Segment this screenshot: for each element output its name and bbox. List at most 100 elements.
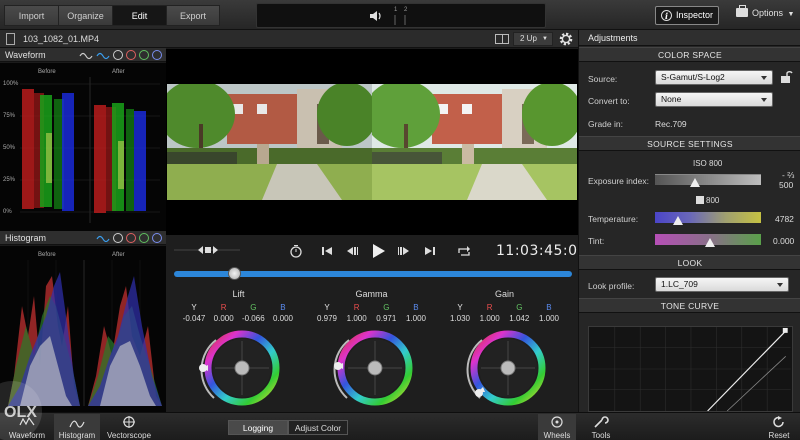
grade-in-label: Grade in:: [588, 119, 623, 129]
lift-y-value[interactable]: -0.047: [180, 314, 208, 323]
timer-icon[interactable]: [288, 244, 304, 258]
gamma-color-wheel[interactable]: [323, 328, 423, 412]
chevron-down-icon: ▼: [787, 11, 795, 18]
step-back-icon[interactable]: [344, 244, 360, 258]
exposure-index-label: Exposure index:: [588, 176, 649, 186]
color-wheels-panel: Lift Y R G B -0.047 0.000 -0.066 0.000 G…: [166, 285, 578, 412]
options-button[interactable]: Options ▼: [736, 5, 795, 18]
jog-shuttle-icon[interactable]: [174, 243, 240, 257]
video-viewer: [166, 49, 578, 235]
green-channel-toggle[interactable]: [139, 50, 149, 60]
tools-button[interactable]: Tools: [586, 414, 616, 440]
blue-channel-toggle[interactable]: [152, 50, 162, 60]
look-profile-value: 1.LC_709: [661, 279, 698, 289]
tint-thumb[interactable]: [705, 238, 715, 247]
playhead-handle[interactable]: [227, 267, 241, 280]
lift-b-value[interactable]: 0.000: [269, 314, 297, 323]
logging-button[interactable]: Logging: [228, 420, 288, 435]
histogram-tab[interactable]: Histogram: [54, 414, 100, 440]
rgb-wave-icon[interactable]: [96, 233, 110, 243]
tone-curve-graph[interactable]: [588, 326, 793, 412]
adjust-color-button[interactable]: Adjust Color: [288, 420, 348, 435]
tools-label: Tools: [591, 431, 611, 440]
r-channel-label: R: [486, 303, 493, 312]
histogram-header: Histogram: [0, 231, 166, 245]
transport-bar: 11:03:45:09: [166, 235, 586, 285]
exposure-sub-icon: [696, 196, 704, 204]
inspector-button[interactable]: i Inspector: [655, 6, 719, 25]
lift-r-value[interactable]: 0.000: [210, 314, 238, 323]
g-channel-label: G: [516, 303, 523, 312]
step-forward-icon[interactable]: [396, 244, 412, 258]
source-settings-header[interactable]: SOURCE SETTINGS: [579, 136, 800, 151]
source-label: Source:: [588, 74, 618, 84]
blue-channel-toggle[interactable]: [152, 233, 162, 243]
tab-edit[interactable]: Edit: [112, 5, 166, 26]
look-profile-dropdown[interactable]: 1.LC_709: [655, 277, 789, 292]
exposure-value: 500: [779, 180, 794, 190]
histogram-tab-label: Histogram: [58, 431, 96, 440]
color-space-header[interactable]: COLOR SPACE: [579, 47, 800, 62]
b-channel-label: B: [280, 303, 286, 312]
source-dropdown[interactable]: S-Gamut/S-Log2: [655, 70, 773, 85]
white-channel-toggle[interactable]: [113, 233, 123, 243]
luma-wave-icon[interactable]: [79, 50, 93, 60]
reset-button[interactable]: Reset: [764, 414, 794, 440]
gain-y-value[interactable]: 1.030: [446, 314, 474, 323]
gear-icon[interactable]: [558, 31, 574, 47]
histogram-title: Histogram: [5, 233, 47, 243]
gain-r-value[interactable]: 1.000: [476, 314, 504, 323]
view-mode-value: 2 Up: [520, 34, 537, 43]
chevron-down-icon: [761, 98, 767, 102]
olx-watermark-logo: OLX: [0, 381, 42, 440]
gain-color-wheel[interactable]: [456, 328, 556, 412]
options-label: Options: [752, 8, 784, 18]
speaker-icon[interactable]: [369, 10, 383, 22]
y-channel-label: Y: [324, 303, 330, 312]
look-header[interactable]: LOOK: [579, 255, 800, 270]
white-channel-toggle[interactable]: [113, 50, 123, 60]
before-frame[interactable]: [167, 84, 372, 200]
go-to-start-icon[interactable]: [319, 244, 335, 258]
split-view-icon[interactable]: [495, 34, 509, 44]
loop-icon[interactable]: [456, 244, 472, 258]
gamma-wheel-block: Gamma Y R G B 0.979 1.000 0.971 1.000: [303, 285, 440, 412]
view-mode-select[interactable]: 2 Up ▼: [513, 32, 553, 46]
exposure-index-thumb[interactable]: [690, 178, 700, 187]
gamma-g-value[interactable]: 0.971: [372, 314, 400, 323]
temperature-value: 4782: [775, 214, 794, 224]
temperature-slider[interactable]: [655, 212, 761, 223]
vectorscope-tab[interactable]: Vectorscope: [104, 414, 154, 440]
gamma-y-value[interactable]: 0.979: [313, 314, 341, 323]
lift-g-value[interactable]: -0.066: [239, 314, 267, 323]
y-channel-label: Y: [457, 303, 463, 312]
convert-to-dropdown[interactable]: None: [655, 92, 773, 107]
red-channel-toggle[interactable]: [126, 50, 136, 60]
gain-g-value[interactable]: 1.042: [505, 314, 533, 323]
wheels-tab[interactable]: Wheels: [538, 414, 576, 440]
waveform-channel-toggles: [79, 50, 162, 60]
histogram-icon: [69, 420, 85, 428]
green-channel-toggle[interactable]: [139, 233, 149, 243]
gamma-b-value[interactable]: 1.000: [402, 314, 430, 323]
temperature-thumb[interactable]: [673, 216, 683, 225]
go-to-end-icon[interactable]: [422, 244, 438, 258]
waveform-scope: Before After 100% 75% 50% 25% 0%: [0, 63, 166, 231]
after-frame[interactable]: [372, 84, 577, 200]
g-channel-label: G: [383, 303, 390, 312]
exposure-index-slider[interactable]: [655, 174, 761, 185]
lift-color-wheel[interactable]: [190, 328, 290, 412]
tone-curve-header[interactable]: TONE CURVE: [579, 298, 800, 313]
tab-export[interactable]: Export: [166, 5, 220, 26]
tint-label: Tint:: [588, 236, 605, 246]
rgb-wave-icon[interactable]: [96, 50, 110, 60]
unlock-icon[interactable]: [779, 70, 793, 84]
clip-filename: 103_1082_01.MP4: [23, 34, 100, 44]
red-channel-toggle[interactable]: [126, 233, 136, 243]
tab-organize[interactable]: Organize: [58, 5, 112, 26]
chevron-down-icon: [777, 283, 783, 287]
gamma-r-value[interactable]: 1.000: [343, 314, 371, 323]
tab-import[interactable]: Import: [4, 5, 58, 26]
gain-b-value[interactable]: 1.000: [535, 314, 563, 323]
play-icon[interactable]: [369, 242, 387, 260]
